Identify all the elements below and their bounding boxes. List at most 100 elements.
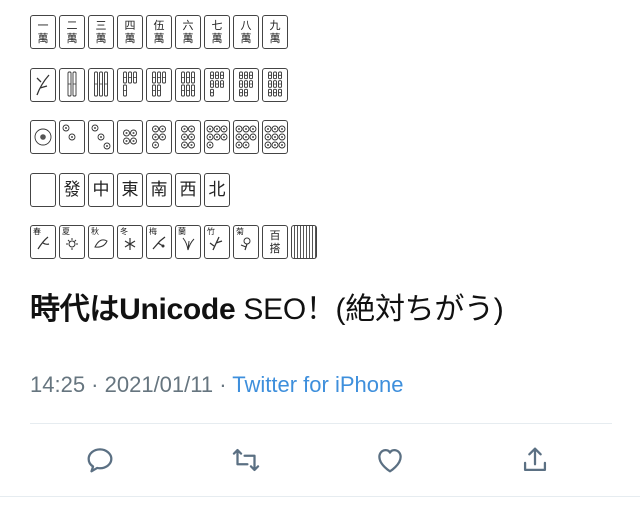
- tile-top-label: 百: [269, 229, 281, 242]
- bamboo-tiles-row: [30, 68, 288, 102]
- tile-flower: 春: [30, 225, 56, 259]
- retweet-icon: [232, 448, 260, 472]
- meta-separator: ·: [213, 372, 233, 397]
- tile-character: 二萬: [59, 15, 85, 49]
- tile-label: 秋: [91, 227, 99, 236]
- circles-icon: [91, 124, 111, 150]
- heart-icon: [378, 448, 402, 473]
- tile-bottom-label: 萬: [182, 32, 194, 45]
- tile-bamboo: [59, 68, 85, 102]
- tile-bottom-label: 搭: [269, 242, 281, 255]
- tile-label: 菊: [236, 227, 244, 236]
- tile-bottom-label: 萬: [95, 32, 107, 45]
- circles-icon: [152, 125, 166, 149]
- tile-bottom-label: 萬: [240, 32, 252, 45]
- tweet-date: 2021/01/11: [104, 372, 214, 397]
- tile-bottom-label: 萬: [153, 32, 165, 45]
- tile-top-label: 一: [37, 19, 49, 32]
- tile-flower: 梅: [146, 225, 172, 259]
- tile-bottom-label: 萬: [269, 32, 281, 45]
- tile-top-label: 三: [95, 19, 107, 32]
- bamboo-sticks-icon: [239, 71, 253, 97]
- tile-character: 四萬: [117, 15, 143, 49]
- tile-character: 三萬: [88, 15, 114, 49]
- share-button[interactable]: [515, 440, 555, 480]
- tile-top-label: 七: [211, 19, 223, 32]
- tile-circle: [262, 120, 288, 154]
- tile-label: 南: [150, 179, 168, 200]
- circles-icon: [123, 129, 137, 145]
- tile-bamboo: [175, 68, 201, 102]
- tile-label: 蘭: [178, 227, 186, 236]
- like-button[interactable]: [370, 440, 410, 480]
- tweet-time: 14:25: [30, 372, 86, 397]
- bamboo-sticks-icon: [152, 71, 166, 97]
- tile-label: 冬: [120, 227, 128, 236]
- tile-circle: [88, 120, 114, 154]
- tile-flower: 夏: [59, 225, 85, 259]
- honor-tiles-row: 發 中 東 南 西 北: [30, 173, 230, 207]
- tile-circle: [117, 120, 143, 154]
- tile-label: 竹: [207, 227, 215, 236]
- tile-bamboo: [262, 68, 288, 102]
- tile-top-label: 二: [66, 19, 78, 32]
- reply-icon: [87, 448, 113, 473]
- tile-bottom-label: 萬: [37, 32, 49, 45]
- tile-top-label: 四: [124, 19, 136, 32]
- tile-top-label: 六: [182, 19, 194, 32]
- divider: [30, 423, 612, 424]
- bottom-divider: [0, 496, 640, 497]
- tile-bottom-label: 萬: [66, 32, 78, 45]
- tile-character: 七萬: [204, 15, 230, 49]
- tile-label: 東: [121, 179, 139, 200]
- tweet-text-rest: SEO！(絶対ちがう): [235, 293, 504, 326]
- tile-bamboo: [88, 68, 114, 102]
- tile-top-label: 九: [269, 19, 281, 32]
- bamboo-sticks-icon: [67, 71, 77, 97]
- tile-label: 北: [208, 179, 226, 200]
- tile-label: 梅: [149, 227, 157, 236]
- tile-joker: 百搭: [262, 225, 288, 259]
- tile-bottom-label: 萬: [124, 32, 136, 45]
- tile-top-label: 八: [240, 19, 252, 32]
- circles-icon: [181, 125, 195, 149]
- tweet-text-bold: 時代はUnicode: [30, 293, 236, 326]
- tile-east-wind: 東: [117, 173, 143, 207]
- tile-north-wind: 北: [204, 173, 230, 207]
- tweet-source-link[interactable]: Twitter for iPhone: [232, 372, 403, 397]
- meta-separator: ·: [85, 372, 105, 397]
- tile-character: 八萬: [233, 15, 259, 49]
- tile-label: 夏: [62, 227, 70, 236]
- tile-circle: [233, 120, 259, 154]
- share-icon: [523, 447, 547, 472]
- circles-icon: [235, 125, 257, 149]
- character-tiles-row: 一萬 二萬 三萬 四萬 伍萬 六萬 七萬 八萬 九萬: [30, 15, 288, 49]
- tile-white-dragon: [30, 173, 56, 207]
- circles-icon: [62, 124, 76, 141]
- circle-tiles-row: [30, 120, 288, 154]
- tile-flower: 冬: [117, 225, 143, 259]
- tile-bamboo: [146, 68, 172, 102]
- tile-bamboo: [117, 68, 143, 102]
- flower-tiles-row: 春 夏 秋 冬 梅 蘭 竹 菊 百搭: [30, 225, 317, 259]
- tile-character: 伍萬: [146, 15, 172, 49]
- tile-label: 發: [63, 179, 81, 200]
- tile-flower: 秋: [88, 225, 114, 259]
- reply-button[interactable]: [80, 440, 120, 480]
- tile-bottom-label: 萬: [211, 32, 223, 45]
- tweet-meta: 14:25 · 2021/01/11 · Twitter for iPhone: [30, 372, 403, 398]
- action-bar: [0, 440, 640, 480]
- tile-character: 一萬: [30, 15, 56, 49]
- retweet-button[interactable]: [226, 440, 266, 480]
- bamboo-sticks-icon: [123, 71, 137, 97]
- tile-circle: [30, 120, 56, 154]
- tile-circle: [146, 120, 172, 154]
- bamboo-sticks-icon: [36, 74, 50, 96]
- bamboo-sticks-icon: [181, 71, 195, 97]
- tile-label: 中: [92, 179, 110, 200]
- tile-red-dragon: 中: [88, 173, 114, 207]
- tile-circle: [59, 120, 85, 154]
- tile-green-dragon: 發: [59, 173, 85, 207]
- tile-back: [291, 225, 317, 259]
- circles-icon: [264, 125, 286, 149]
